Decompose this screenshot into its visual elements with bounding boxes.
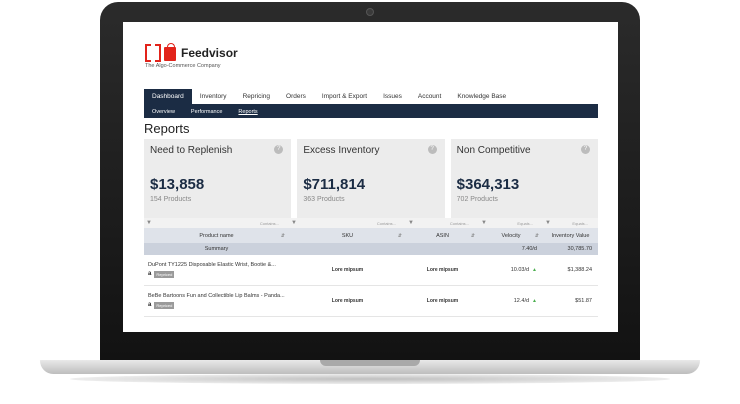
nav-repricing[interactable]: Repricing [235, 89, 278, 104]
subnav-overview[interactable]: Overview [144, 106, 183, 118]
col-inventory-value[interactable]: Inventory Value [543, 228, 598, 243]
summary-row: Summary 7.40/d 30,785.70 [144, 243, 598, 255]
brand-tagline: The Algo-Commerce Company [145, 63, 221, 69]
main-nav: Dashboard Inventory Repricing Orders Imp… [144, 89, 598, 106]
filter-asin[interactable]: ▼ Contains... [406, 218, 479, 228]
funnel-icon[interactable]: ▼ [481, 220, 487, 226]
nav-knowledge-base[interactable]: Knowledge Base [449, 89, 514, 104]
card-title: Excess Inventory [303, 145, 380, 156]
asin-value: Lore mipsum [426, 267, 459, 273]
trend-up-icon: ▲ [532, 267, 537, 273]
filter-inventory-value[interactable]: ▼ Equals... [543, 218, 598, 228]
card-title: Need to Replenish [150, 145, 233, 156]
summary-inventory-value: 30,785.70 [567, 246, 592, 252]
page-title: Reports [144, 121, 190, 136]
card-value: $711,814 [303, 176, 366, 193]
laptop-mockup: Feedvisor The Algo-Commerce Company Dash… [0, 0, 740, 404]
nav-issues[interactable]: Issues [375, 89, 410, 104]
amazon-icon: a [148, 271, 152, 278]
card-subtitle: 154 Products [150, 196, 192, 203]
repriced-badge: Repriced [154, 270, 175, 278]
asin-value: Lore mipsum [426, 298, 459, 304]
help-icon[interactable]: ? [580, 145, 590, 154]
trend-up-icon: ▲ [532, 298, 537, 304]
nav-orders[interactable]: Orders [278, 89, 314, 104]
card-subtitle: 702 Products [456, 196, 498, 203]
repriced-badge: Repriced [154, 301, 175, 309]
product-name[interactable]: DuPont TY1225 Disposable Elastic Wrist, … [148, 262, 276, 269]
table-header: Product name ⇵ SKU ⇵ ASIN ⇵ Velocity ⇵ Inven… [144, 228, 598, 243]
sub-nav: Overview Performance Reports [144, 106, 598, 118]
sort-icon[interactable]: ⇵ [471, 233, 475, 239]
table-row[interactable]: DuPont TY1225 Disposable Elastic Wrist, … [144, 255, 598, 286]
app-screen: Feedvisor The Algo-Commerce Company Dash… [123, 22, 618, 332]
col-product-name[interactable]: Product name ⇵ [144, 228, 289, 243]
inventory-value: $51.87 [575, 298, 592, 304]
product-cell: BeBe Bartoons Fun and Collectible Lip Ba… [144, 286, 289, 316]
nav-inventory[interactable]: Inventory [192, 89, 235, 104]
amazon-icon: a [148, 302, 152, 309]
funnel-icon[interactable]: ▼ [146, 220, 152, 226]
filter-product-name[interactable]: ▼ Contains... [144, 218, 289, 228]
nav-import-export[interactable]: Import & Export [314, 89, 375, 104]
brand-name: Feedvisor [181, 46, 238, 60]
help-icon[interactable]: ? [427, 145, 437, 154]
product-cell: DuPont TY1225 Disposable Elastic Wrist, … [144, 255, 289, 285]
col-asin[interactable]: ASIN ⇵ [406, 228, 479, 243]
sort-icon[interactable]: ⇵ [281, 233, 285, 239]
table-row[interactable]: BeBe Bartoons Fun and Collectible Lip Ba… [144, 286, 598, 317]
col-velocity[interactable]: Velocity ⇵ [479, 228, 543, 243]
funnel-icon[interactable]: ▼ [545, 220, 551, 226]
reports-table: ▼ Contains... ▼ Contains... ▼ Contains... ▼… [144, 218, 598, 317]
sort-icon[interactable]: ⇵ [535, 233, 539, 239]
velocity-value: 12.4/d [513, 298, 530, 304]
card-value: $13,858 [150, 176, 205, 193]
laptop-notch [320, 360, 420, 366]
card-subtitle: 363 Products [303, 196, 345, 203]
laptop-shadow [70, 374, 670, 384]
funnel-icon[interactable]: ▼ [408, 220, 414, 226]
sort-icon[interactable]: ⇵ [398, 233, 402, 239]
card-title: Non Competitive [456, 145, 531, 156]
summary-label: Summary [204, 246, 229, 252]
nav-account[interactable]: Account [410, 89, 450, 104]
summary-velocity: 7.40/d [521, 246, 537, 252]
funnel-icon[interactable]: ▼ [291, 220, 297, 226]
filter-row: ▼ Contains... ▼ Contains... ▼ Contains... ▼… [144, 218, 598, 228]
camera-icon [366, 8, 374, 16]
card-value: $364,313 [456, 176, 520, 193]
brand-logo[interactable]: Feedvisor [145, 43, 238, 64]
feedvisor-logo-icon [145, 43, 177, 64]
nav-dashboard[interactable]: Dashboard [144, 89, 192, 104]
subnav-reports[interactable]: Reports [230, 106, 265, 118]
velocity-value: 10.03/d [510, 267, 530, 273]
col-sku[interactable]: SKU ⇵ [289, 228, 406, 243]
subnav-performance[interactable]: Performance [183, 106, 231, 118]
sku-value: Lore mipsum [331, 267, 364, 273]
filter-velocity[interactable]: ▼ Equals... [479, 218, 543, 228]
product-name[interactable]: BeBe Bartoons Fun and Collectible Lip Ba… [148, 293, 285, 300]
filter-sku[interactable]: ▼ Contains... [289, 218, 406, 228]
inventory-value: $1,388.24 [567, 267, 592, 273]
sku-value: Lore mipsum [331, 298, 364, 304]
